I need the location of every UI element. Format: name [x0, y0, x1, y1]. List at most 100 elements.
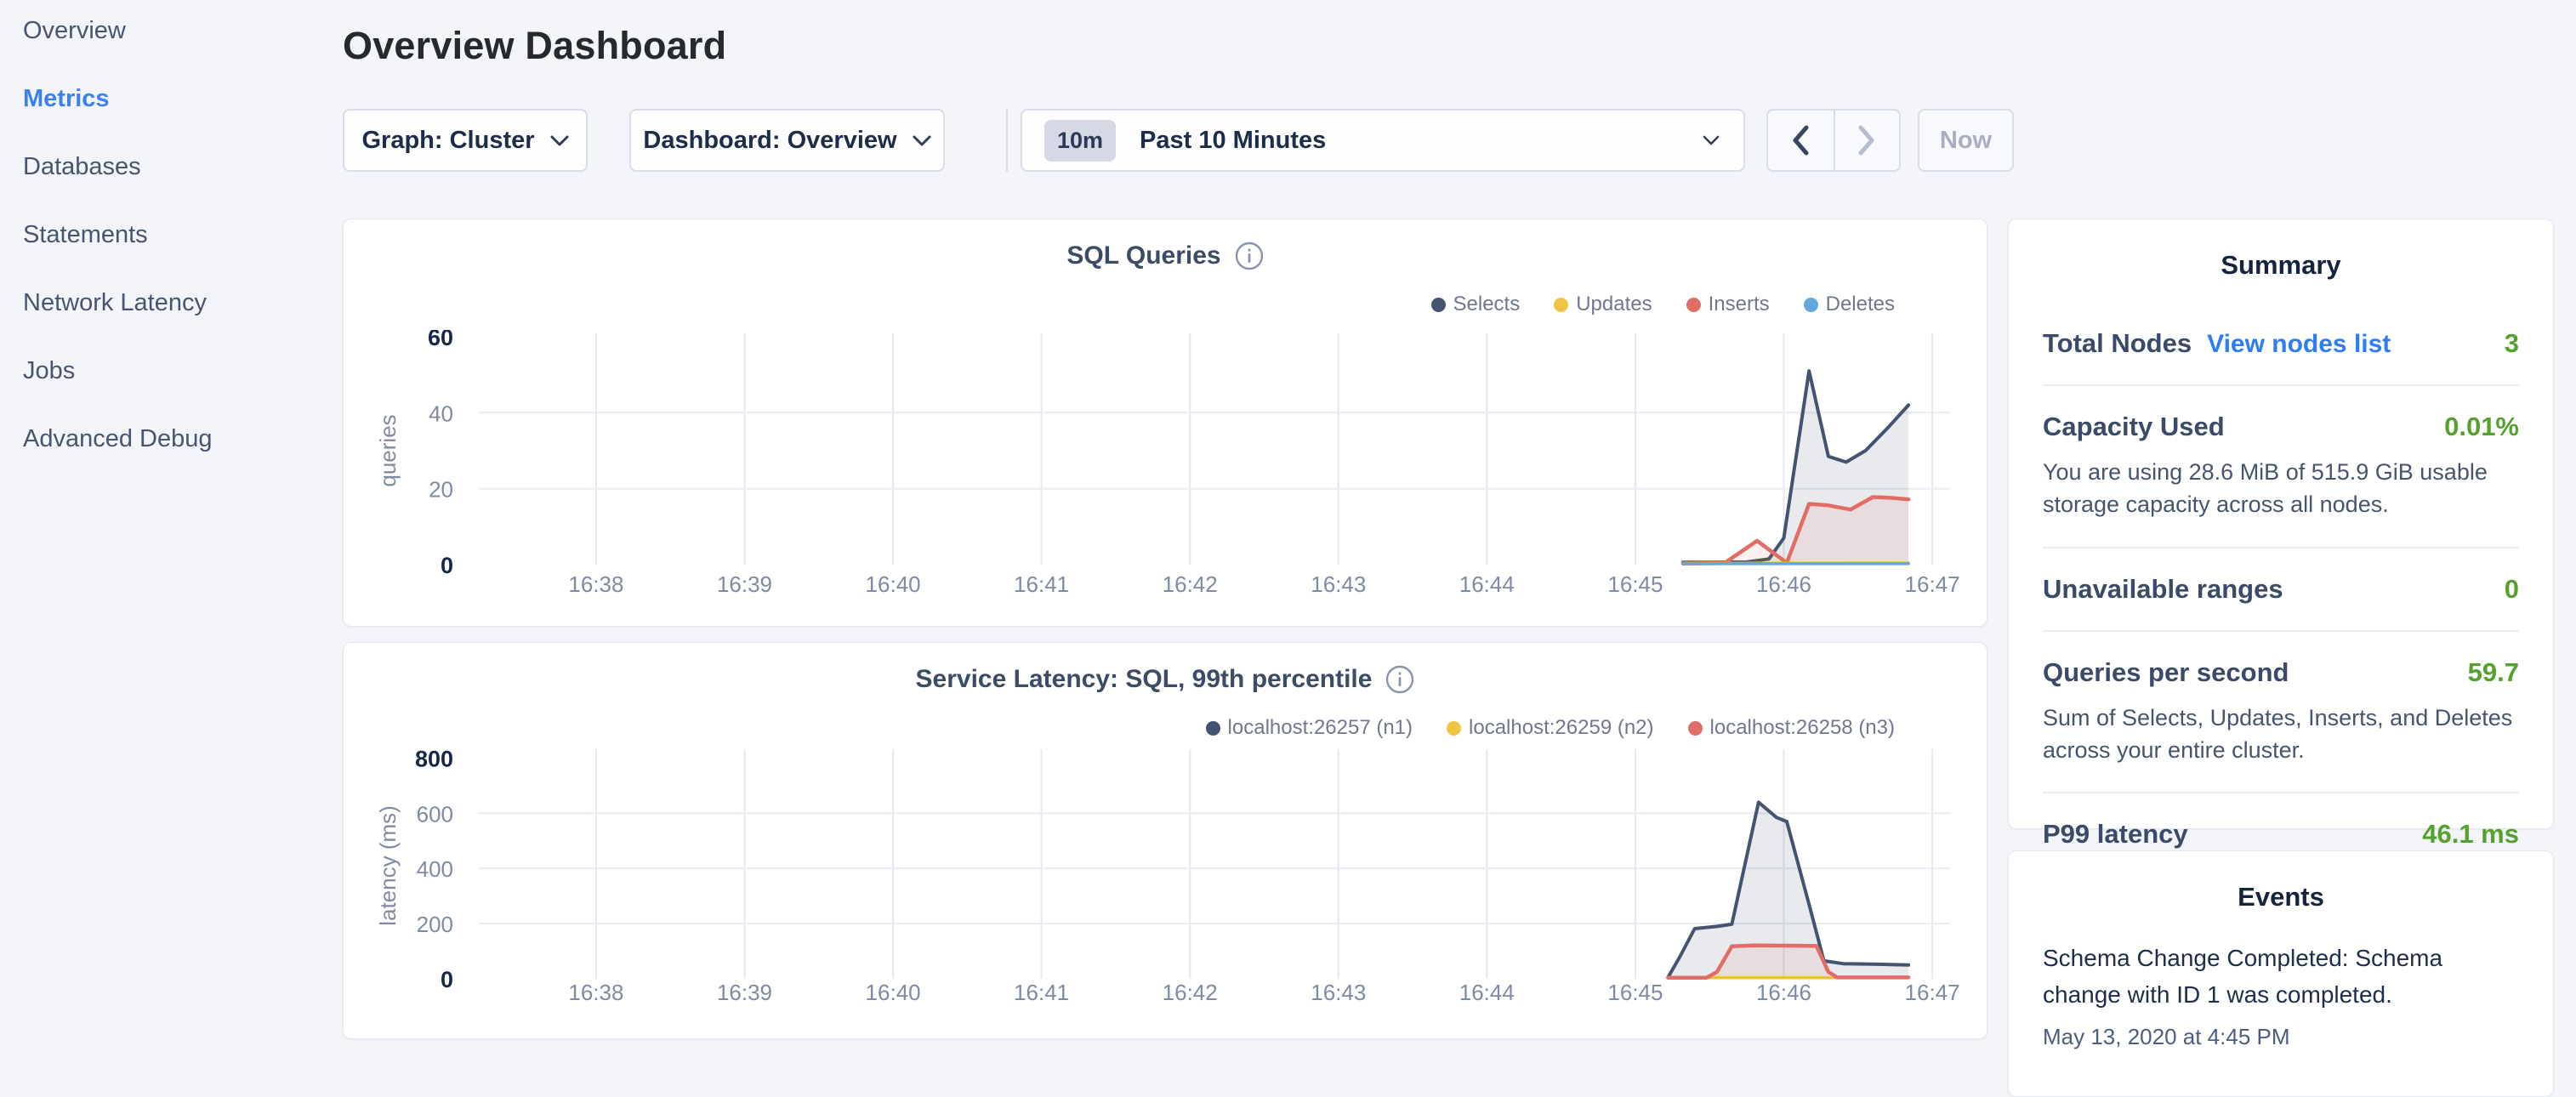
- chart-legend: localhost:26257 (n1) localhost:26259 (n2)…: [1206, 716, 1895, 740]
- qps-label: Queries per second: [2043, 657, 2289, 688]
- legend-item[interactable]: localhost:26257 (n1): [1206, 716, 1413, 740]
- capacity-used-desc: You are using 28.6 MiB of 515.9 GiB usab…: [2043, 456, 2519, 521]
- time-range-label: Past 10 Minutes: [1140, 127, 1326, 155]
- sidebar-item-statements[interactable]: Statements: [0, 201, 323, 269]
- summary-total-nodes: Total Nodes View nodes list 3: [2043, 303, 2519, 384]
- summary-heading: Summary: [2009, 219, 2553, 281]
- legend-dot-icon: [1804, 298, 1818, 312]
- legend-item[interactable]: Selects: [1431, 293, 1521, 316]
- info-icon[interactable]: [1385, 665, 1414, 694]
- svg-text:16:42: 16:42: [1163, 980, 1218, 1005]
- graph-dropdown[interactable]: Graph: Cluster: [343, 109, 588, 172]
- sidebar-item-databases[interactable]: Databases: [0, 133, 323, 201]
- view-nodes-list-link[interactable]: View nodes list: [2207, 330, 2391, 359]
- svg-text:200: 200: [417, 912, 453, 937]
- svg-text:40: 40: [429, 401, 453, 426]
- events-heading: Events: [2009, 851, 2553, 912]
- svg-text:16:40: 16:40: [866, 571, 921, 597]
- svg-text:60: 60: [428, 330, 453, 350]
- prev-time-button[interactable]: [1768, 111, 1834, 170]
- svg-text:0: 0: [441, 967, 453, 992]
- svg-text:16:39: 16:39: [717, 980, 772, 1005]
- chevron-down-icon: [913, 135, 931, 146]
- svg-text:600: 600: [417, 801, 453, 827]
- svg-text:400: 400: [417, 856, 453, 882]
- chevron-down-icon: [1703, 135, 1720, 145]
- chart-plot: 0 200 400 600 800 16:38 16:39 16:40 16:41 16:42 16…: [344, 743, 1987, 1020]
- chevron-right-icon: [1857, 125, 1876, 156]
- legend-dot-icon: [1686, 298, 1701, 312]
- event-item[interactable]: Schema Change Completed: Schema change w…: [2009, 940, 2553, 1014]
- graph-dropdown-label: Graph: Cluster: [361, 127, 534, 155]
- dashboard-dropdown[interactable]: Dashboard: Overview: [629, 109, 945, 172]
- p99-latency-label: P99 latency: [2043, 819, 2188, 850]
- svg-text:16:41: 16:41: [1014, 571, 1069, 597]
- controls-bar: Graph: Cluster Dashboard: Overview 10m P…: [343, 109, 2044, 172]
- unavailable-ranges-label: Unavailable ranges: [2043, 574, 2283, 605]
- sidebar-item-jobs[interactable]: Jobs: [0, 337, 323, 405]
- svg-text:20: 20: [429, 477, 453, 503]
- legend-item[interactable]: Updates: [1554, 293, 1652, 316]
- sidebar: Overview Metrics Databases Statements Ne…: [0, 0, 323, 1051]
- next-time-button[interactable]: [1834, 111, 1899, 170]
- capacity-used-value: 0.01%: [2444, 412, 2519, 442]
- sidebar-item-overview[interactable]: Overview: [0, 0, 323, 65]
- svg-text:16:39: 16:39: [717, 571, 772, 597]
- chart-legend: Selects Updates Inserts Deletes: [1431, 293, 1896, 316]
- svg-text:16:43: 16:43: [1311, 571, 1366, 597]
- svg-text:16:41: 16:41: [1014, 980, 1069, 1005]
- now-button[interactable]: Now: [1918, 109, 2014, 172]
- events-panel: Events Schema Change Completed: Schema c…: [2008, 850, 2554, 1097]
- qps-desc: Sum of Selects, Updates, Inserts, and De…: [2043, 702, 2519, 767]
- sidebar-item-advanced-debug[interactable]: Advanced Debug: [0, 405, 323, 473]
- legend-item[interactable]: Inserts: [1686, 293, 1770, 316]
- total-nodes-label: Total Nodes: [2043, 328, 2192, 359]
- svg-text:16:45: 16:45: [1607, 571, 1663, 597]
- service-latency-chart-card: Service Latency: SQL, 99th percentile lo…: [343, 642, 1987, 1039]
- legend-dot-icon: [1431, 298, 1446, 312]
- svg-text:16:44: 16:44: [1459, 571, 1515, 597]
- svg-text:16:38: 16:38: [568, 980, 623, 1005]
- legend-item[interactable]: localhost:26259 (n2): [1447, 716, 1653, 740]
- legend-dot-icon: [1447, 721, 1461, 736]
- svg-text:latency (ms): latency (ms): [375, 805, 401, 926]
- time-range-selector[interactable]: 10m Past 10 Minutes: [1021, 109, 1745, 172]
- legend-item[interactable]: localhost:26258 (n3): [1688, 716, 1895, 740]
- svg-text:16:40: 16:40: [866, 980, 921, 1005]
- svg-text:16:38: 16:38: [568, 571, 623, 597]
- summary-panel: Summary Total Nodes View nodes list 3 Ca…: [2008, 219, 2554, 829]
- unavailable-ranges-value: 0: [2505, 574, 2519, 605]
- svg-text:queries: queries: [375, 414, 401, 486]
- legend-dot-icon: [1554, 298, 1568, 312]
- legend-dot-icon: [1206, 721, 1220, 736]
- page-title: Overview Dashboard: [343, 24, 726, 68]
- chart-title: Service Latency: SQL, 99th percentile: [916, 665, 1373, 694]
- svg-text:16:46: 16:46: [1756, 980, 1811, 1005]
- sql-queries-chart-card: SQL Queries SelectsUpdatesInsertsDeletes…: [343, 219, 1987, 627]
- svg-text:0: 0: [441, 553, 453, 578]
- info-icon[interactable]: [1235, 242, 1264, 270]
- qps-value: 59.7: [2468, 657, 2519, 688]
- now-button-label: Now: [1940, 127, 1992, 155]
- legend-item[interactable]: Deletes: [1804, 293, 1895, 316]
- summary-unavailable-ranges: Unavailable ranges 0: [2043, 547, 2519, 630]
- svg-text:16:47: 16:47: [1905, 980, 1960, 1005]
- svg-text:16:45: 16:45: [1607, 980, 1663, 1005]
- summary-capacity: Capacity Used 0.01% You are using 28.6 M…: [2043, 384, 2519, 547]
- legend-dot-icon: [1688, 721, 1703, 736]
- svg-text:16:44: 16:44: [1459, 980, 1515, 1005]
- svg-text:16:47: 16:47: [1905, 571, 1960, 597]
- time-step-buttons: [1766, 109, 1901, 172]
- time-range-badge: 10m: [1044, 120, 1116, 162]
- chart-plot: 0 20 40 60 16:38 16:39 16:40 16:41 16:42 16:43 16:…: [344, 330, 1987, 612]
- sidebar-nav: Overview Metrics Databases Statements Ne…: [0, 0, 323, 473]
- controls-divider: [1006, 109, 1008, 172]
- sidebar-item-network-latency[interactable]: Network Latency: [0, 269, 323, 337]
- svg-text:16:42: 16:42: [1163, 571, 1218, 597]
- chevron-down-icon: [550, 135, 569, 146]
- total-nodes-value: 3: [2505, 328, 2519, 359]
- sidebar-item-metrics[interactable]: Metrics: [0, 65, 323, 133]
- summary-qps: Queries per second 59.7 Sum of Selects, …: [2043, 630, 2519, 793]
- svg-text:800: 800: [415, 747, 453, 772]
- p99-latency-value: 46.1 ms: [2422, 819, 2519, 850]
